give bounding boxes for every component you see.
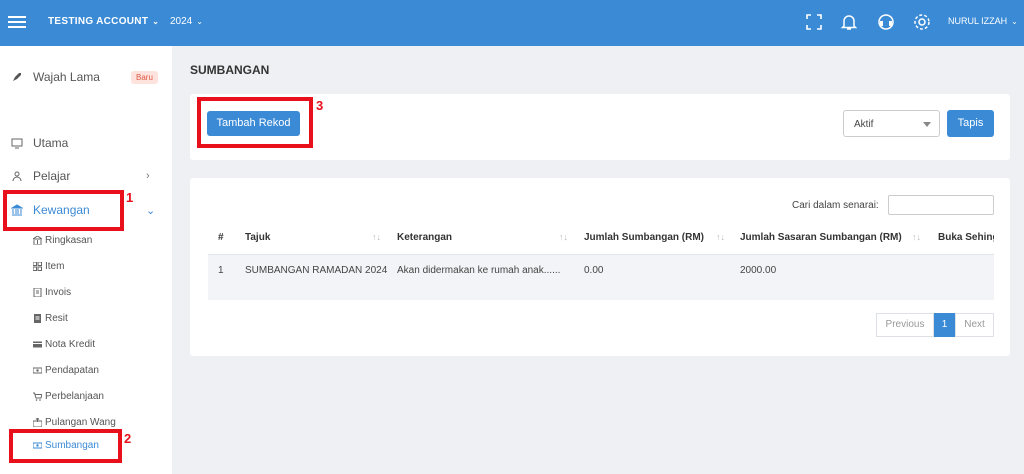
sidebar-item-wajah-lama[interactable]: Wajah Lama Baru bbox=[0, 66, 172, 88]
status-select-value: Aktif bbox=[854, 119, 874, 130]
table-cell: 2000.00 bbox=[740, 265, 777, 276]
account-name: TESTING ACCOUNT bbox=[48, 16, 149, 27]
cash-return-icon bbox=[33, 418, 42, 427]
sidebar-subitem-label: Resit bbox=[45, 313, 68, 324]
status-select[interactable]: Aktif bbox=[843, 110, 940, 137]
column-header[interactable]: Tajuk bbox=[245, 232, 270, 243]
highlight-box bbox=[197, 97, 313, 148]
settings-icon[interactable] bbox=[912, 12, 932, 32]
monitor-icon bbox=[11, 138, 23, 149]
user-name: NURUL IZZAH bbox=[948, 16, 1008, 26]
new-badge: Baru bbox=[131, 71, 158, 84]
chevron-down-icon: ⌄ bbox=[1011, 17, 1018, 26]
search-label: Cari dalam senarai: bbox=[792, 200, 879, 211]
highlight-box bbox=[9, 429, 122, 463]
sidebar-subitem-label: Nota Kredit bbox=[45, 339, 96, 350]
column-header[interactable]: Keterangan bbox=[397, 232, 452, 243]
data-table: # Tajuk ↑↓ Keterangan ↑↓ Jumlah Sumbanga… bbox=[208, 222, 994, 300]
sidebar-subitem-label: Ringkasan bbox=[45, 235, 93, 246]
bell-icon[interactable] bbox=[839, 12, 859, 32]
sort-icon[interactable]: ↑↓ bbox=[559, 232, 568, 242]
grid-icon bbox=[33, 262, 42, 271]
sidebar-item-label: Pelajar bbox=[33, 169, 71, 183]
sidebar-subitem-item[interactable]: Item bbox=[0, 258, 172, 276]
column-header[interactable]: Buka Sehing bbox=[938, 232, 994, 243]
column-header[interactable]: Jumlah Sasaran Sumbangan (RM) bbox=[740, 232, 902, 243]
sidebar-subitem-label: Invois bbox=[45, 287, 72, 298]
year-label: 2024 bbox=[170, 16, 193, 27]
sort-icon[interactable]: ↑↓ bbox=[716, 232, 725, 242]
sidebar-subitem-ringkasan[interactable]: Ringkasan bbox=[0, 232, 172, 250]
sidebar-item-pelajar[interactable]: Pelajar › bbox=[0, 165, 172, 187]
annotation-number: 3 bbox=[316, 98, 324, 113]
sidebar-subitem-label: Perbelanjaan bbox=[45, 391, 104, 402]
sidebar-item-utama[interactable]: Utama bbox=[0, 132, 172, 154]
sidebar-subitem-perbelanjaan[interactable]: Perbelanjaan bbox=[0, 388, 172, 406]
pagination-page[interactable]: 1 bbox=[934, 313, 955, 337]
sidebar-subitem-pendapatan[interactable]: Pendapatan bbox=[0, 362, 172, 380]
sidebar-item-label: Wajah Lama bbox=[33, 70, 100, 84]
sidebar-item-label: Utama bbox=[33, 136, 69, 150]
account-dropdown[interactable]: TESTING ACCOUNT ⌄ bbox=[48, 16, 159, 27]
column-header[interactable]: Jumlah Sumbangan (RM) bbox=[584, 232, 704, 243]
rocket-icon bbox=[13, 73, 21, 81]
top-navbar: TESTING ACCOUNT ⌄ 2024 ⌄ NURUL IZZAH ⌄ bbox=[0, 0, 1024, 46]
annotation-number: 2 bbox=[124, 431, 132, 446]
column-header[interactable]: # bbox=[218, 232, 224, 243]
search-input[interactable] bbox=[888, 195, 994, 215]
chevron-right-icon: › bbox=[146, 170, 150, 182]
sort-icon[interactable]: ↑↓ bbox=[912, 232, 921, 242]
table-row[interactable] bbox=[208, 254, 994, 300]
headset-icon[interactable] bbox=[876, 12, 896, 32]
annotation-number: 1 bbox=[126, 190, 134, 205]
table-cell: 0.00 bbox=[584, 265, 604, 276]
pagination-previous[interactable]: Previous bbox=[876, 313, 934, 337]
chevron-down-icon: ⌄ bbox=[152, 17, 160, 26]
fullscreen-icon[interactable] bbox=[804, 12, 824, 32]
menu-icon[interactable] bbox=[8, 13, 26, 31]
chevron-down-icon: ⌄ bbox=[196, 17, 203, 26]
bank-icon bbox=[33, 236, 42, 245]
sidebar-subitem-label: Pulangan Wang bbox=[45, 417, 116, 428]
pagination-next[interactable]: Next bbox=[955, 313, 994, 337]
table-cell: 1 bbox=[218, 265, 224, 276]
document-icon bbox=[33, 288, 42, 297]
table-cell: Akan didermakan ke rumah anak...... bbox=[397, 265, 561, 276]
sidebar-subitem-label: Item bbox=[45, 261, 65, 272]
sidebar-subitem-nota-kredit[interactable]: Nota Kredit bbox=[0, 336, 172, 354]
receipt-icon bbox=[34, 314, 41, 323]
money-icon bbox=[33, 367, 42, 374]
sidebar: Wajah Lama Baru Utama Pelajar › Kewangan… bbox=[0, 46, 172, 474]
user-menu[interactable]: NURUL IZZAH ⌄ bbox=[948, 16, 1018, 26]
toolbar-card: Tambah Rekod Aktif Tapis bbox=[190, 94, 1010, 160]
page-title: SUMBANGAN bbox=[190, 63, 270, 77]
chevron-down-icon: ⌄ bbox=[146, 204, 156, 217]
filter-button[interactable]: Tapis bbox=[947, 110, 994, 137]
year-dropdown[interactable]: 2024 ⌄ bbox=[170, 16, 203, 27]
table-cell: SUMBANGAN RAMADAN 2024 bbox=[245, 265, 388, 276]
credit-card-icon bbox=[33, 341, 42, 348]
user-icon bbox=[12, 171, 22, 182]
sidebar-subitem-label: Pendapatan bbox=[45, 365, 99, 376]
highlight-box bbox=[3, 190, 124, 231]
sidebar-subitem-resit[interactable]: Resit bbox=[0, 310, 172, 328]
sort-icon[interactable]: ↑↓ bbox=[372, 232, 381, 242]
caret-down-icon bbox=[923, 122, 931, 127]
cart-icon bbox=[33, 392, 42, 401]
sidebar-subitem-invois[interactable]: Invois bbox=[0, 284, 172, 302]
